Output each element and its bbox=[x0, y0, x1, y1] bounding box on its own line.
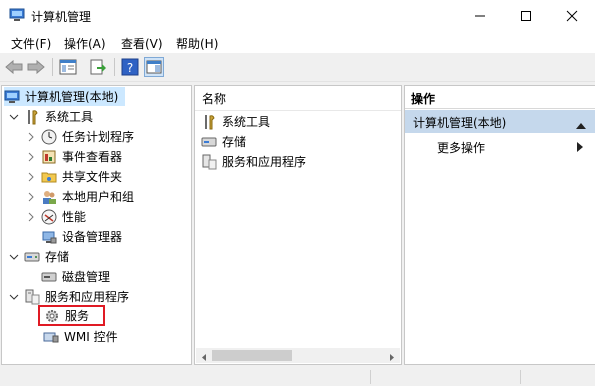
shared-folder-icon bbox=[41, 169, 57, 185]
back-button[interactable] bbox=[4, 57, 24, 77]
submenu-arrow-icon bbox=[577, 141, 583, 155]
list-item[interactable]: 存储 bbox=[201, 132, 246, 151]
computer-management-icon bbox=[9, 8, 25, 22]
menu-file[interactable]: 文件(F) bbox=[11, 35, 51, 52]
main-area: 计算机管理(本地) 系统工具 任务计划程序 事件查看器 共享文件夹 本地用户和组 bbox=[0, 82, 595, 386]
help-icon[interactable]: ? bbox=[120, 57, 140, 77]
tree-item-system-tools[interactable]: 系统工具 bbox=[8, 107, 93, 126]
tree-label: WMI 控件 bbox=[64, 330, 118, 344]
tree-item-shared-folders[interactable]: 共享文件夹 bbox=[25, 167, 122, 186]
list-item-label: 服务和应用程序 bbox=[222, 155, 307, 169]
menu-help[interactable]: 帮助(H) bbox=[176, 35, 218, 52]
disk-icon bbox=[41, 269, 57, 285]
actions-group-header[interactable]: 计算机管理(本地) bbox=[405, 110, 595, 133]
tree-item-event-viewer[interactable]: 事件查看器 bbox=[25, 147, 122, 166]
gear-icon bbox=[44, 308, 60, 324]
actions-group-label: 计算机管理(本地) bbox=[413, 116, 507, 130]
maximize-button[interactable] bbox=[503, 0, 549, 31]
users-icon bbox=[41, 189, 57, 205]
tree-label: 任务计划程序 bbox=[62, 130, 135, 144]
tree-label: 本地用户和组 bbox=[62, 190, 135, 204]
collapse-up-icon[interactable] bbox=[576, 118, 586, 132]
tree-label: 磁盘管理 bbox=[62, 270, 111, 284]
computer-management-icon bbox=[4, 89, 20, 105]
list-item-label: 存储 bbox=[222, 135, 247, 149]
tree-label: 计算机管理(本地) bbox=[25, 90, 119, 104]
tree-item-local-users[interactable]: 本地用户和组 bbox=[25, 187, 134, 206]
actions-pane: 操作 计算机管理(本地) 更多操作 bbox=[404, 85, 595, 365]
minimize-button[interactable] bbox=[457, 0, 503, 31]
menu-action[interactable]: 操作(A) bbox=[64, 35, 106, 52]
list-header: 名称 bbox=[195, 86, 401, 111]
tree-item-task-scheduler[interactable]: 任务计划程序 bbox=[25, 127, 134, 146]
console-tree: 计算机管理(本地) 系统工具 任务计划程序 事件查看器 共享文件夹 本地用户和组 bbox=[1, 85, 192, 365]
tree-item-disk-management[interactable]: 磁盘管理 bbox=[41, 267, 110, 286]
device-manager-icon bbox=[41, 229, 57, 245]
tree-item-storage[interactable]: 存储 bbox=[8, 247, 69, 266]
toolbar: ? bbox=[0, 53, 595, 82]
storage-icon bbox=[201, 134, 217, 150]
list-item[interactable]: 服务和应用程序 bbox=[201, 152, 306, 171]
svg-text:?: ? bbox=[127, 61, 133, 75]
tree-label: 事件查看器 bbox=[62, 150, 123, 164]
more-actions-item[interactable]: 更多操作 bbox=[405, 135, 595, 157]
chevron-right-icon[interactable] bbox=[25, 131, 37, 143]
scroll-right-icon[interactable] bbox=[388, 351, 396, 365]
list-item-label: 系统工具 bbox=[222, 115, 271, 129]
tree-label: 设备管理器 bbox=[62, 230, 123, 244]
clock-icon bbox=[41, 129, 57, 145]
tree-label: 共享文件夹 bbox=[62, 170, 123, 184]
actions-header: 操作 bbox=[405, 86, 595, 109]
list-item[interactable]: 系统工具 bbox=[201, 112, 270, 131]
tree-item-computer-management[interactable]: 计算机管理(本地) bbox=[4, 87, 125, 106]
close-button[interactable] bbox=[549, 0, 595, 31]
show-hide-console-tree-icon[interactable] bbox=[58, 57, 78, 77]
tree-item-performance[interactable]: 性能 bbox=[25, 207, 86, 226]
tree-item-services[interactable]: 服务 bbox=[38, 305, 105, 326]
more-actions-label: 更多操作 bbox=[437, 141, 486, 155]
title-bar: 计算机管理 bbox=[0, 0, 595, 32]
services-apps-icon bbox=[24, 289, 40, 305]
tree-item-device-manager[interactable]: 设备管理器 bbox=[41, 227, 122, 246]
actions-title: 操作 bbox=[411, 92, 436, 106]
menu-view[interactable]: 查看(V) bbox=[121, 35, 163, 52]
tree-item-wmi[interactable]: WMI 控件 bbox=[43, 327, 118, 346]
tools-icon bbox=[201, 114, 217, 130]
wmi-icon bbox=[43, 329, 59, 345]
show-hide-action-pane-icon[interactable] bbox=[144, 57, 164, 77]
scroll-left-icon[interactable] bbox=[200, 351, 208, 365]
status-bar bbox=[0, 368, 595, 386]
chevron-right-icon[interactable] bbox=[25, 151, 37, 163]
chevron-right-icon[interactable] bbox=[25, 211, 37, 223]
forward-button[interactable] bbox=[26, 57, 46, 77]
tools-icon bbox=[24, 109, 40, 125]
tree-label: 存储 bbox=[45, 250, 70, 264]
export-list-icon[interactable] bbox=[88, 57, 108, 77]
column-header-name[interactable]: 名称 bbox=[202, 90, 226, 107]
tree-label: 服务 bbox=[65, 309, 90, 323]
tree-label: 性能 bbox=[62, 210, 87, 224]
performance-icon bbox=[41, 209, 57, 225]
chevron-right-icon[interactable] bbox=[25, 171, 37, 183]
storage-icon bbox=[24, 249, 40, 265]
chevron-down-icon[interactable] bbox=[8, 291, 20, 303]
chevron-right-icon[interactable] bbox=[25, 191, 37, 203]
services-apps-icon bbox=[201, 154, 217, 170]
tree-item-services-and-apps[interactable]: 服务和应用程序 bbox=[8, 287, 129, 306]
event-viewer-icon bbox=[41, 149, 57, 165]
tree-label: 系统工具 bbox=[45, 110, 94, 124]
chevron-down-icon[interactable] bbox=[8, 251, 20, 263]
scrollbar-thumb[interactable] bbox=[212, 350, 292, 361]
horizontal-scrollbar[interactable] bbox=[196, 348, 400, 363]
results-list: 名称 系统工具 存储 服务和应用程序 bbox=[194, 85, 402, 365]
chevron-down-icon[interactable] bbox=[8, 111, 20, 123]
tree-label: 服务和应用程序 bbox=[45, 290, 130, 304]
window-title: 计算机管理 bbox=[31, 10, 92, 24]
menu-bar: 文件(F) 操作(A) 查看(V) 帮助(H) bbox=[0, 31, 595, 53]
